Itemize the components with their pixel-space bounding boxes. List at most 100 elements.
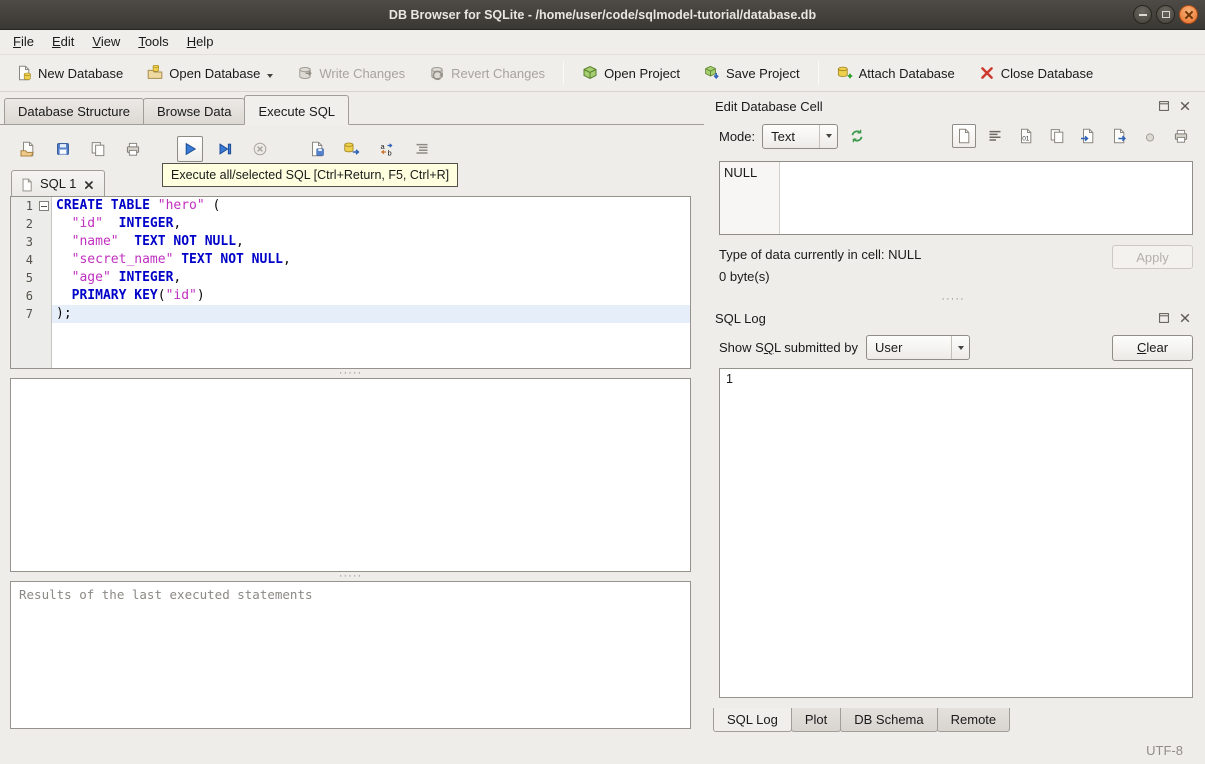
toolbar-label: Close Database xyxy=(1000,65,1094,81)
cell-editor[interactable]: NULL xyxy=(719,161,1193,235)
code-line[interactable]: ); xyxy=(52,305,690,323)
sql-log-area[interactable]: 1 xyxy=(719,368,1193,698)
menu-item-view[interactable]: View xyxy=(83,30,129,54)
log-filter-combo[interactable]: User xyxy=(866,335,970,360)
cell-import-icon xyxy=(1080,128,1096,144)
code-line[interactable]: "id" INTEGER, xyxy=(52,215,690,233)
edit-cell-title: Edit Database Cell xyxy=(715,98,823,114)
code-line[interactable]: "secret_name" TEXT NOT NULL, xyxy=(52,251,690,269)
save-results-icon xyxy=(309,141,325,157)
tab-database-structure[interactable]: Database Structure xyxy=(4,98,145,124)
line-number: 4 xyxy=(25,253,33,267)
toolbar-label: Save Project xyxy=(725,65,800,81)
new-database-button[interactable]: New Database xyxy=(7,59,132,87)
mode-combo[interactable]: Text xyxy=(762,123,839,149)
tab-execute-sql[interactable]: Execute SQL xyxy=(244,95,350,125)
code-line[interactable]: "name" TEXT NOT NULL, xyxy=(52,233,690,251)
status-bar: UTF-8 xyxy=(0,736,1205,764)
close-panel-button[interactable] xyxy=(1177,98,1193,114)
results-message-pane[interactable]: Results of the last executed statements xyxy=(10,581,691,729)
export-cell-data-button[interactable] xyxy=(1107,124,1131,148)
code-line[interactable]: PRIMARY KEY("id") xyxy=(52,287,690,305)
menu-item-edit[interactable]: Edit xyxy=(43,30,83,54)
tooltip-text: Execute all/selected SQL [Ctrl+Return, F… xyxy=(171,168,450,182)
cell-info: Type of data currently in cell: NULL 0 b… xyxy=(711,235,1195,295)
fold-column xyxy=(37,233,51,251)
save-sql-file-button[interactable] xyxy=(50,136,76,162)
save-results-button[interactable] xyxy=(304,136,330,162)
fold-marker-icon[interactable] xyxy=(39,201,49,211)
open-sql-file-button[interactable] xyxy=(15,136,41,162)
execute-current-line-button[interactable] xyxy=(212,136,238,162)
text-view-button[interactable] xyxy=(952,124,976,148)
dock-tab-sql-log[interactable]: SQL Log xyxy=(713,708,792,732)
execute-all-button[interactable] xyxy=(177,136,203,162)
close-database-button[interactable]: Close Database xyxy=(970,59,1103,87)
save-project-button[interactable]: Save Project xyxy=(695,59,809,87)
sql-editor-tab[interactable]: SQL 1 xyxy=(11,170,106,196)
splitter-handle-bottom[interactable] xyxy=(10,572,691,581)
cell-mode-row: Mode: Text 01 xyxy=(711,117,1195,155)
fold-column[interactable] xyxy=(37,197,51,215)
export-results-button[interactable] xyxy=(339,136,365,162)
open-project-icon xyxy=(582,65,598,81)
code-line[interactable]: CREATE TABLE "hero" ( xyxy=(52,197,690,215)
tab-browse-data[interactable]: Browse Data xyxy=(143,98,246,124)
open-sql-file-new-tab-button[interactable] xyxy=(85,136,111,162)
cell-editor-body[interactable] xyxy=(780,162,1192,234)
code-line[interactable]: "age" INTEGER, xyxy=(52,269,690,287)
format-sql-button[interactable] xyxy=(409,136,435,162)
app-window: DB Browser for SQLite - /home/user/code/… xyxy=(0,0,1205,764)
open-database-button[interactable]: Open Database xyxy=(138,59,282,87)
execute-sql-page: ab SQL 1 1 2 3 4 5 6 7 CREATE TABLE "hero" ( "… xyxy=(0,125,704,736)
editor-code-area[interactable]: CREATE TABLE "hero" ( "id" INTEGER, "nam… xyxy=(52,197,690,368)
title-bar[interactable]: DB Browser for SQLite - /home/user/code/… xyxy=(0,0,1205,30)
sql-open-icon xyxy=(20,141,36,157)
dock-tab-db-schema[interactable]: DB Schema xyxy=(840,708,938,732)
stop-icon xyxy=(252,141,268,157)
print-sql-button[interactable] xyxy=(120,136,146,162)
float-panel-button[interactable] xyxy=(1156,310,1172,326)
menu-item-help[interactable]: Help xyxy=(178,30,223,54)
dock-tab-remote[interactable]: Remote xyxy=(936,708,1011,732)
sql-editor[interactable]: 1 2 3 4 5 6 7 CREATE TABLE "hero" ( "id" INTEG… xyxy=(10,196,691,369)
edit-cell-header: Edit Database Cell xyxy=(711,92,1195,117)
attach-database-button[interactable]: Attach Database xyxy=(828,59,964,87)
open-project-button[interactable]: Open Project xyxy=(573,59,689,87)
float-panel-button[interactable] xyxy=(1156,98,1172,114)
maximize-button[interactable] xyxy=(1156,5,1175,24)
float-icon xyxy=(1156,310,1172,326)
binary-view-button[interactable]: 01 xyxy=(1014,124,1038,148)
sql-log-controls: Show SQL submitted by User Clear xyxy=(711,329,1195,366)
menu-item-tools[interactable]: Tools xyxy=(129,30,177,54)
import-cell-data-button[interactable] xyxy=(1076,124,1100,148)
splitter-handle-top[interactable] xyxy=(10,369,691,378)
clear-log-button[interactable]: Clear xyxy=(1112,334,1193,361)
dock-tab-plot[interactable]: Plot xyxy=(790,708,842,732)
menu-item-file[interactable]: File xyxy=(4,30,43,54)
open-database-icon xyxy=(147,65,163,81)
right-panel: Edit Database Cell Mode: Text 01 NULL Ty… xyxy=(704,92,1205,736)
close-tab-icon[interactable] xyxy=(82,177,96,191)
results-grid[interactable] xyxy=(10,378,691,572)
revert-changes-button: Revert Changes xyxy=(420,59,554,87)
set-null-button[interactable] xyxy=(1138,124,1162,148)
gutter-row: 3 xyxy=(11,233,51,251)
dock-splitter-handle[interactable] xyxy=(711,295,1195,304)
minimize-button[interactable] xyxy=(1133,5,1152,24)
export-db-icon xyxy=(344,141,360,157)
cell-auto-refresh-button[interactable] xyxy=(845,124,869,148)
close-window-button[interactable] xyxy=(1179,5,1198,24)
print-cell-button[interactable] xyxy=(1169,124,1193,148)
close-panel-button[interactable] xyxy=(1177,310,1193,326)
float-icon xyxy=(1156,98,1172,114)
editor-gutter: 1 2 3 4 5 6 7 xyxy=(11,197,52,368)
dropdown-caret-icon[interactable] xyxy=(267,74,273,78)
word-wrap-button[interactable] xyxy=(983,124,1007,148)
main-tab-bar: Database Structure Browse Data Execute SQL xyxy=(0,92,704,125)
gutter-row: 1 xyxy=(11,197,51,215)
attach-database-icon xyxy=(837,65,853,81)
combo-arrow-icon xyxy=(819,124,837,148)
find-replace-button[interactable]: ab xyxy=(374,136,400,162)
copy-cell-button[interactable] xyxy=(1045,124,1069,148)
